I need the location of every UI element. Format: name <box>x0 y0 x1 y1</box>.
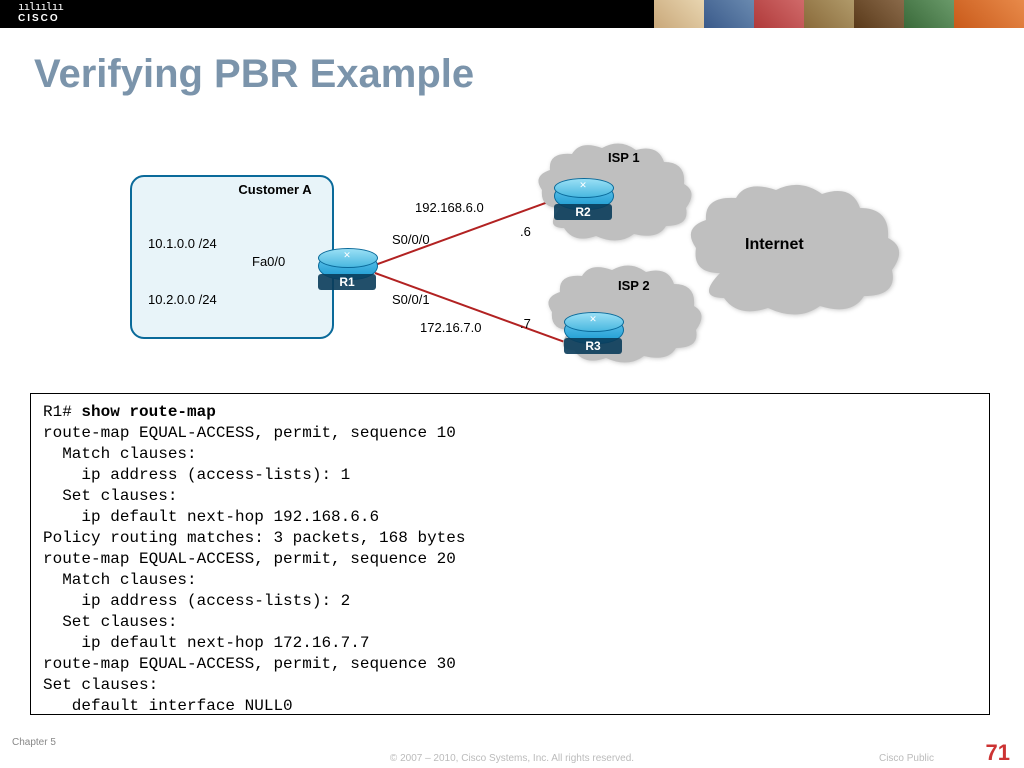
photo-3 <box>754 0 804 28</box>
hop-bot: .7 <box>520 316 531 331</box>
customer-a-box <box>130 175 334 339</box>
cisco-public-label: Cisco Public <box>879 753 934 764</box>
photo-1 <box>654 0 704 28</box>
router-r1-icon: ✕ R1 <box>318 248 376 284</box>
subnet-bot: 172.16.7.0 <box>420 320 481 335</box>
cisco-logo: ıılıılıı CISCO <box>18 3 63 24</box>
page-number: 71 <box>986 740 1010 766</box>
photo-6 <box>904 0 954 28</box>
router-r2-label: R2 <box>554 204 612 220</box>
router-r3-label: R3 <box>564 338 622 354</box>
top-bar: ıılıılıı CISCO <box>0 0 1024 28</box>
label-s000: S0/0/0 <box>392 232 430 247</box>
subnet-10-1: 10.1.0.0 /24 <box>148 236 217 251</box>
cli-output-box: R1# show route-map route-map EQUAL-ACCES… <box>30 393 990 715</box>
isp2-label: ISP 2 <box>618 278 650 293</box>
label-s001: S0/0/1 <box>392 292 430 307</box>
router-r1-label: R1 <box>318 274 376 290</box>
photo-7 <box>954 0 1024 28</box>
internet-label: Internet <box>745 236 804 254</box>
router-r2-icon: ✕ R2 <box>554 178 612 214</box>
network-diagram: Customer A 10.1.0.0 /24 10.2.0.0 /24 Fa0… <box>0 120 1024 370</box>
customer-a-label: Customer A <box>235 182 315 197</box>
decorative-photo-strip <box>654 0 1024 28</box>
router-r3-icon: ✕ R3 <box>564 312 622 348</box>
label-fa00: Fa0/0 <box>252 254 285 269</box>
chapter-label: Chapter 5 <box>12 737 56 748</box>
cisco-bars-icon: ıılıılıı <box>18 3 63 11</box>
cli-command: show route-map <box>81 403 215 421</box>
slide-title: Verifying PBR Example <box>34 52 474 97</box>
photo-5 <box>854 0 904 28</box>
cli-body: route-map EQUAL-ACCESS, permit, sequence… <box>43 424 465 715</box>
photo-4 <box>804 0 854 28</box>
cli-prompt: R1# <box>43 403 81 421</box>
copyright-text: © 2007 – 2010, Cisco Systems, Inc. All r… <box>0 753 1024 764</box>
isp1-label: ISP 1 <box>608 150 640 165</box>
subnet-top: 192.168.6.0 <box>415 200 484 215</box>
cisco-wordmark: CISCO <box>18 13 63 24</box>
subnet-10-2: 10.2.0.0 /24 <box>148 292 217 307</box>
photo-2 <box>704 0 754 28</box>
